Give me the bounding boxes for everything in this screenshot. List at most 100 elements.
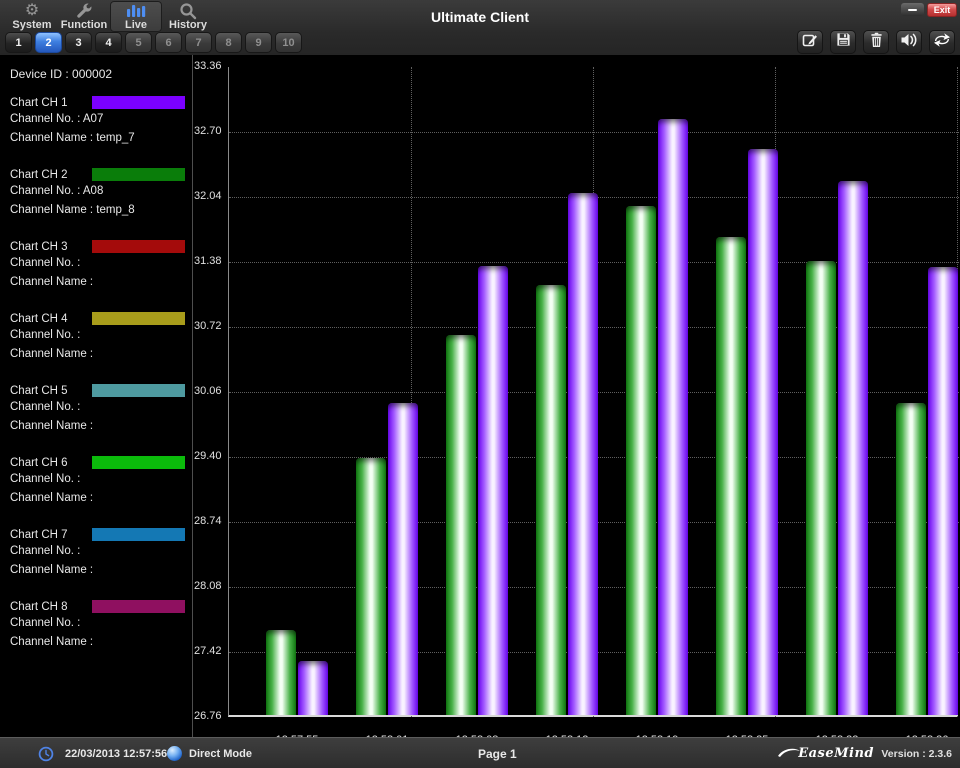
bar-purple-12:57:55 — [298, 661, 328, 715]
channel-no: Channel No. : — [10, 326, 186, 345]
bar-green-12:58:12 — [536, 285, 566, 715]
bar-purple-12:58:32 — [838, 181, 868, 715]
page-indicator: Page 1 — [478, 738, 517, 768]
y-axis-tick-label: 28.74 — [194, 515, 226, 527]
channel-block: Chart CH 3Channel No. :Channel Name : — [10, 239, 186, 292]
channel-list: Chart CH 1Channel No. : A07Channel Name … — [10, 95, 186, 652]
y-axis-tick-label: 32.04 — [194, 190, 226, 202]
y-axis-tick-label: 27.42 — [194, 645, 226, 657]
bar-purple-12:58:01 — [388, 403, 418, 715]
minimize-icon — [908, 9, 917, 11]
status-mode: Direct Mode — [189, 738, 252, 768]
save-button[interactable] — [830, 30, 856, 54]
channel-name: Channel Name : — [10, 417, 186, 436]
channel-name: Channel Name : — [10, 345, 186, 364]
channel-no: Channel No. : — [10, 542, 186, 561]
save-icon — [836, 32, 851, 52]
y-axis-tick-label: 26.76 — [194, 710, 226, 722]
sync-icon — [932, 32, 952, 53]
window-controls: Exit — [901, 3, 957, 17]
channel-name: Channel Name : temp_7 — [10, 129, 186, 148]
channel-color-swatch — [92, 456, 185, 469]
channel-no: Channel No. : — [10, 398, 186, 417]
tab-3[interactable]: 3 — [65, 32, 92, 53]
tab-5[interactable]: 5 — [125, 32, 152, 53]
trash-button[interactable] — [863, 30, 889, 54]
channel-label: Chart CH 4 — [10, 313, 68, 325]
channel-color-swatch — [92, 528, 185, 541]
bar-purple-12:58:08 — [478, 266, 508, 715]
y-axis-tick-label: 33.36 — [194, 60, 226, 72]
status-bar: 22/03/2013 12:57:56 Direct Mode Page 1 E… — [0, 737, 960, 768]
sync-button[interactable] — [929, 30, 955, 54]
speaker-button[interactable] — [896, 30, 922, 54]
exit-button[interactable]: Exit — [927, 3, 957, 17]
channel-name: Channel Name : — [10, 273, 186, 292]
bar-purple-12:58:12 — [568, 193, 598, 715]
channel-name: Channel Name : — [10, 489, 186, 508]
content-area: Device ID : 000002 Chart CH 1Channel No.… — [0, 55, 960, 737]
channel-no: Channel No. : — [10, 470, 186, 489]
window-title: Ultimate Client — [0, 9, 960, 25]
channel-block: Chart CH 8Channel No. :Channel Name : — [10, 599, 186, 652]
channel-no: Channel No. : — [10, 254, 186, 273]
tab-6[interactable]: 6 — [155, 32, 182, 53]
edit-icon — [802, 32, 818, 53]
channel-block: Chart CH 2Channel No. : A08Channel Name … — [10, 167, 186, 220]
bar-green-12:57:55 — [266, 630, 296, 715]
channel-color-swatch — [92, 384, 185, 397]
channel-name: Channel Name : temp_8 — [10, 201, 186, 220]
channel-color-swatch — [92, 312, 185, 325]
channel-block: Chart CH 7Channel No. :Channel Name : — [10, 527, 186, 580]
channel-no: Channel No. : A07 — [10, 110, 186, 129]
y-axis-tick-label: 31.38 — [194, 255, 226, 267]
channel-label: Chart CH 5 — [10, 385, 68, 397]
tab-9[interactable]: 9 — [245, 32, 272, 53]
y-axis-tick-label: 28.08 — [194, 580, 226, 592]
channel-block: Chart CH 5Channel No. :Channel Name : — [10, 383, 186, 436]
edit-button[interactable] — [797, 30, 823, 54]
y-axis-tick-label: 30.06 — [194, 385, 226, 397]
y-axis-tick-label: 32.70 — [194, 125, 226, 137]
channel-label: Chart CH 3 — [10, 241, 68, 253]
page-tabs: 12345678910 — [5, 32, 302, 53]
y-axis-tick-label: 29.40 — [194, 450, 226, 462]
channel-block: Chart CH 4Channel No. :Channel Name : — [10, 311, 186, 364]
channel-name: Channel Name : — [10, 633, 186, 652]
bar-green-12:58:01 — [356, 458, 386, 715]
bar-green-12:58:32 — [806, 261, 836, 715]
minimize-button[interactable] — [901, 3, 924, 16]
channel-sidebar: Device ID : 000002 Chart CH 1Channel No.… — [0, 55, 193, 737]
chart-toolbar — [797, 30, 955, 54]
bar-purple-12:58:19 — [658, 119, 688, 715]
tab-7[interactable]: 7 — [185, 32, 212, 53]
bar-green-12:58:25 — [716, 237, 746, 715]
bar-green-12:58:36 — [896, 403, 926, 715]
version-label: Version : 2.3.6 — [881, 738, 952, 768]
tab-8[interactable]: 8 — [215, 32, 242, 53]
title-bar: ⚙SystemFunctionLiveHistory Ultimate Clie… — [0, 0, 960, 55]
bar-purple-12:58:25 — [748, 149, 778, 715]
tab-10[interactable]: 10 — [275, 32, 302, 53]
tab-2[interactable]: 2 — [35, 32, 62, 53]
channel-no: Channel No. : A08 — [10, 182, 186, 201]
channel-label: Chart CH 1 — [10, 97, 68, 109]
y-axis-tick-label: 30.72 — [194, 320, 226, 332]
channel-color-swatch — [92, 240, 185, 253]
channel-label: Chart CH 2 — [10, 169, 68, 181]
channel-label: Chart CH 7 — [10, 529, 68, 541]
h-gridline — [229, 132, 959, 133]
device-id-label: Device ID : 000002 — [10, 67, 186, 81]
channel-color-swatch — [92, 168, 185, 181]
app-window: ⚙SystemFunctionLiveHistory Ultimate Clie… — [0, 0, 960, 768]
bar-green-12:58:19 — [626, 206, 656, 715]
channel-label: Chart CH 6 — [10, 457, 68, 469]
channel-color-swatch — [92, 600, 185, 613]
channel-label: Chart CH 8 — [10, 601, 68, 613]
channel-no: Channel No. : — [10, 614, 186, 633]
chart-panel: 12:57:5512:58:0112:58:0812:58:1212:58:19… — [194, 55, 960, 737]
tab-4[interactable]: 4 — [95, 32, 122, 53]
clock-icon — [38, 738, 54, 768]
tab-1[interactable]: 1 — [5, 32, 32, 53]
channel-block: Chart CH 6Channel No. :Channel Name : — [10, 455, 186, 508]
